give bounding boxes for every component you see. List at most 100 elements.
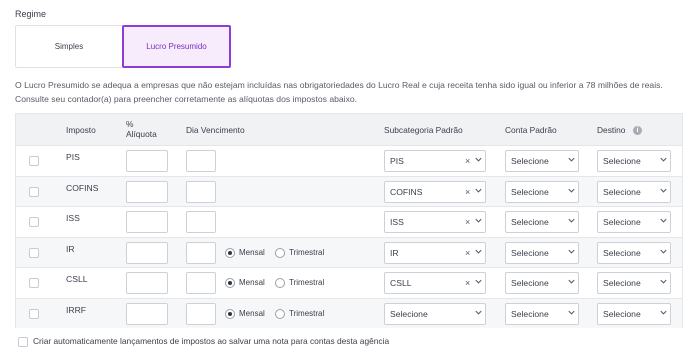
chevron-down-icon xyxy=(475,310,482,315)
destino-select[interactable]: Selecione xyxy=(597,150,671,172)
conta-select[interactable]: Selecione xyxy=(505,211,579,233)
aliquota-input[interactable] xyxy=(126,302,168,325)
auto-launch-checkbox[interactable] xyxy=(18,337,28,347)
subcategoria-select[interactable]: Selecione xyxy=(384,302,486,325)
close-icon[interactable]: × xyxy=(465,217,470,227)
radio-trimestral-label: Trimestral xyxy=(289,308,325,318)
chevron-down-icon xyxy=(568,249,575,254)
regime-label: Regime xyxy=(15,9,47,19)
chevron-down-icon xyxy=(568,188,575,193)
dia-vencimento-input[interactable] xyxy=(186,272,216,294)
regime-option-lucro-presumido[interactable]: Lucro Presumido xyxy=(122,25,231,68)
close-icon[interactable]: × xyxy=(465,278,470,288)
row-checkbox[interactable] xyxy=(29,186,39,197)
row-checkbox[interactable] xyxy=(29,308,39,319)
destino-select[interactable]: Selecione xyxy=(597,180,671,203)
chevron-down-icon xyxy=(475,218,482,223)
chevron-down-icon xyxy=(660,188,667,193)
close-icon[interactable]: × xyxy=(465,156,470,166)
destino-value: Selecione xyxy=(603,156,641,166)
subcategoria-select[interactable]: ISS × xyxy=(384,211,486,233)
destino-value: Selecione xyxy=(603,308,641,319)
close-icon[interactable]: × xyxy=(465,248,470,258)
close-icon[interactable]: × xyxy=(465,187,470,197)
destino-select[interactable]: Selecione xyxy=(597,241,671,264)
table-row: IRRF Mensal Trimestral Selecione Selecione Se… xyxy=(16,297,682,328)
conta-value: Selecione xyxy=(511,156,549,166)
radio-trimestral-label: Trimestral xyxy=(289,247,325,257)
conta-select[interactable]: Selecione xyxy=(505,272,579,294)
aliquota-input[interactable] xyxy=(126,180,168,203)
subcategoria-value: COFINS xyxy=(390,186,423,197)
subcategoria-value: Selecione xyxy=(390,308,428,319)
chevron-down-icon xyxy=(660,310,667,315)
regime-option-lucro-presumido-label: Lucro Presumido xyxy=(146,42,207,51)
taxes-table: Imposto % Alíquota Dia Vencimento Subcat… xyxy=(15,113,683,328)
chevron-down-icon xyxy=(660,249,667,254)
table-row: ISS ISS × Selecione Selecione xyxy=(16,206,682,237)
subcategoria-select[interactable]: COFINS × xyxy=(384,180,486,203)
radio-mensal[interactable] xyxy=(225,308,235,319)
tax-name: ISS xyxy=(66,213,80,223)
info-icon[interactable]: i xyxy=(633,126,642,135)
header-subcategoria: Subcategoria Padrão xyxy=(384,125,463,135)
subcategoria-select[interactable]: IR × xyxy=(384,241,486,264)
dia-vencimento-input[interactable] xyxy=(186,180,216,203)
radio-trimestral-label: Trimestral xyxy=(289,278,325,287)
conta-select[interactable]: Selecione xyxy=(505,150,579,172)
dia-vencimento-input[interactable] xyxy=(186,211,216,233)
destino-value: Selecione xyxy=(603,217,641,227)
radio-mensal[interactable] xyxy=(225,247,235,258)
radio-mensal[interactable] xyxy=(225,278,235,288)
conta-select[interactable]: Selecione xyxy=(505,180,579,203)
chevron-down-icon xyxy=(475,249,482,254)
row-checkbox[interactable] xyxy=(29,217,39,227)
regime-option-simples-label: Simples xyxy=(54,42,84,51)
subcategoria-select[interactable]: PIS × xyxy=(384,150,486,172)
destino-value: Selecione xyxy=(603,247,641,258)
header-aliquota: % Alíquota xyxy=(126,119,157,139)
conta-select[interactable]: Selecione xyxy=(505,302,579,325)
chevron-down-icon xyxy=(568,218,575,223)
chevron-down-icon xyxy=(475,279,482,284)
subcategoria-value: CSLL xyxy=(390,278,412,288)
tax-name: CSLL xyxy=(66,274,88,284)
radio-trimestral[interactable] xyxy=(275,308,285,319)
row-checkbox[interactable] xyxy=(29,247,39,258)
header-dia-vencimento: Dia Vencimento xyxy=(186,125,245,135)
row-checkbox[interactable] xyxy=(29,156,39,166)
subcategoria-value: ISS xyxy=(390,217,404,227)
destino-value: Selecione xyxy=(603,186,641,197)
aliquota-input[interactable] xyxy=(126,272,168,294)
table-row: COFINS COFINS × Selecione Selecione xyxy=(16,175,682,206)
conta-value: Selecione xyxy=(511,186,549,197)
aliquota-input[interactable] xyxy=(126,241,168,264)
conta-value: Selecione xyxy=(511,278,549,288)
subcategoria-select[interactable]: CSLL × xyxy=(384,272,486,294)
dia-vencimento-input[interactable] xyxy=(186,241,216,264)
header-imposto: Imposto xyxy=(66,125,96,135)
radio-mensal-label: Mensal xyxy=(239,247,265,257)
dia-vencimento-input[interactable] xyxy=(186,150,216,172)
regime-option-simples[interactable]: Simples xyxy=(15,25,123,68)
radio-trimestral[interactable] xyxy=(275,247,285,258)
radio-trimestral[interactable] xyxy=(275,278,285,288)
table-row: IR Mensal Trimestral IR × Selecione Selecione xyxy=(16,236,682,267)
subcategoria-value: PIS xyxy=(390,156,404,166)
tax-name: PIS xyxy=(66,152,80,162)
conta-value: Selecione xyxy=(511,217,549,227)
tax-name: IRRF xyxy=(66,304,87,315)
dia-vencimento-input[interactable] xyxy=(186,302,216,325)
destino-select[interactable]: Selecione xyxy=(597,211,671,233)
tax-name: COFINS xyxy=(66,182,99,193)
chevron-down-icon xyxy=(568,310,575,315)
conta-value: Selecione xyxy=(511,308,549,319)
table-header: Imposto % Alíquota Dia Vencimento Subcat… xyxy=(16,114,682,145)
aliquota-input[interactable] xyxy=(126,211,168,233)
auto-launch-label: Criar automaticamente lançamentos de imp… xyxy=(33,336,390,346)
row-checkbox[interactable] xyxy=(29,278,39,288)
destino-select[interactable]: Selecione xyxy=(597,302,671,325)
conta-select[interactable]: Selecione xyxy=(505,241,579,264)
destino-select[interactable]: Selecione xyxy=(597,272,671,294)
aliquota-input[interactable] xyxy=(126,150,168,172)
